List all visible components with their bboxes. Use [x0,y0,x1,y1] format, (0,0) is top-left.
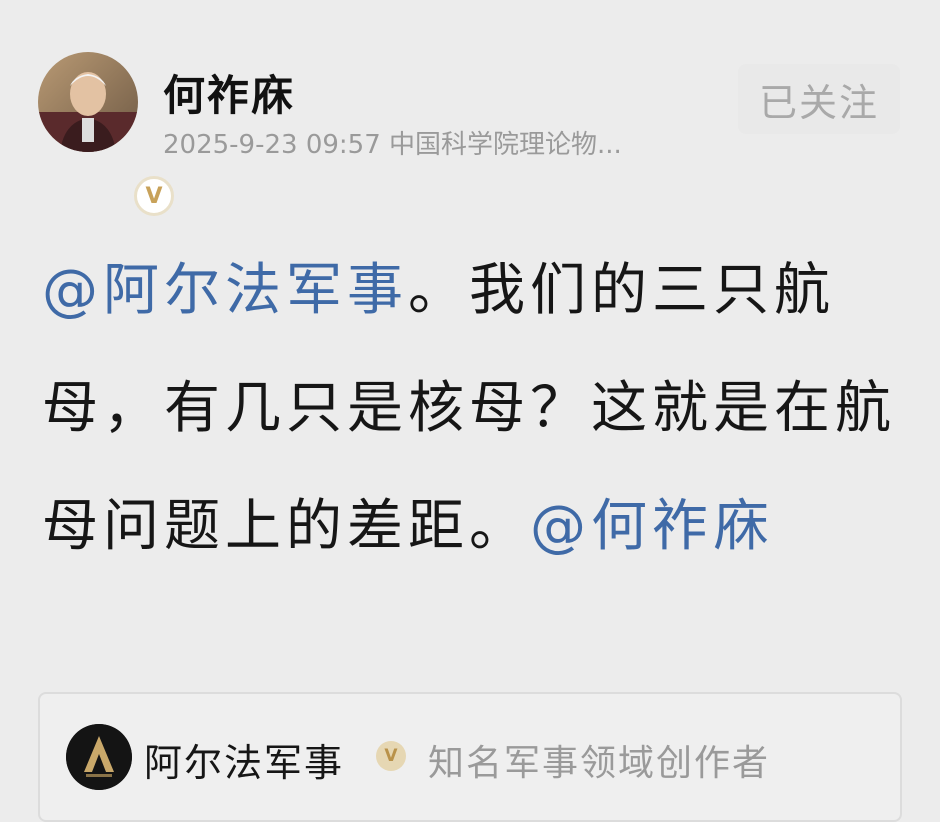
verified-badge-icon: V [134,176,174,216]
post-body: @阿尔法军事。我们的三只航母，有几只是核母？这就是在航母问题上的差距。@何祚庥 [42,232,902,586]
avatar-photo-icon [38,52,138,152]
mentioned-user-description: 知名军事领域创作者 [428,743,771,784]
verified-mark: V [145,183,163,209]
post-meta: 2025-9-23 09:57 中国科学院理论物... [163,124,622,161]
mention-link[interactable]: @何祚庥 [530,494,774,559]
author-description: 中国科学院理论物... [389,130,622,160]
mention-link[interactable]: @阿尔法军事 [42,258,408,323]
follow-button[interactable]: 已关注 [738,64,900,134]
verified-badge-icon: V [376,741,406,771]
mentioned-user-card[interactable]: 阿尔法军事 V 知名军事领域创作者 [38,692,902,822]
mentioned-user-name[interactable]: 阿尔法军事 [144,732,344,787]
author-name[interactable]: 何祚庥 [163,62,295,123]
author-avatar[interactable]: V [38,52,174,216]
post-header: V 何祚庥 2025-9-23 09:57 中国科学院理论物... 已关注 [0,0,940,216]
alpha-logo-icon [66,724,132,790]
card-badge-mark: V [384,746,398,766]
post-timestamp: 2025-9-23 09:57 [163,130,381,160]
